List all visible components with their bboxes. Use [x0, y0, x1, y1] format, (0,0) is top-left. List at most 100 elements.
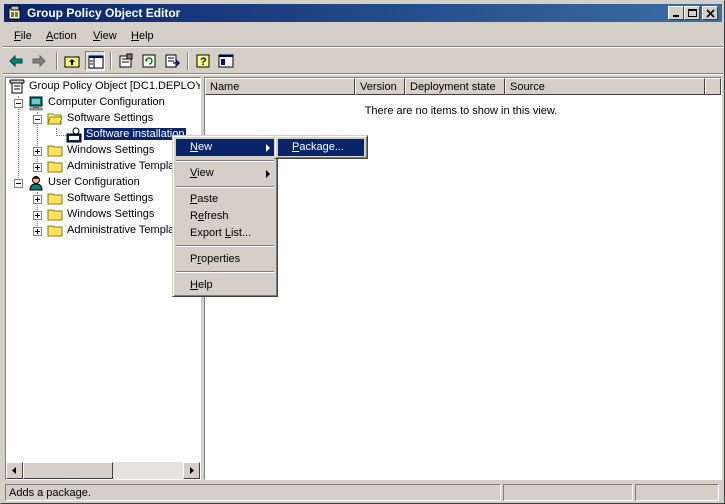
- menu-help-rest: elp: [138, 30, 154, 42]
- menu-item-export-list[interactable]: Export List...: [176, 225, 274, 242]
- show-hide-tree-button[interactable]: [85, 51, 105, 71]
- column-header-name[interactable]: Name: [205, 78, 355, 95]
- collapse-toggle[interactable]: [14, 99, 23, 108]
- column-header-deployment-state[interactable]: Deployment state: [405, 78, 505, 95]
- scroll-right-button[interactable]: [183, 462, 200, 479]
- collapse-toggle[interactable]: [14, 179, 23, 188]
- help-button[interactable]: ?: [193, 51, 213, 71]
- show-hide-tree-icon: [88, 55, 104, 69]
- menu-item-refresh[interactable]: Refresh: [176, 208, 274, 225]
- menu-item-label: Package...: [292, 141, 344, 153]
- tree-item-label: Administrative Templates: [67, 160, 190, 172]
- scroll-left-button[interactable]: [6, 462, 23, 479]
- scroll-left-icon: [12, 467, 16, 474]
- submenu-arrow-icon: [266, 170, 270, 178]
- column-header-source[interactable]: Source: [505, 78, 705, 95]
- folder-icon: [47, 209, 63, 221]
- label-rest: operties: [201, 253, 241, 265]
- context-menu: New View Paste Refresh Export List... Pr…: [172, 135, 278, 297]
- export-list-icon: [165, 54, 180, 68]
- status-panel: [503, 484, 633, 501]
- menu-item-properties[interactable]: Properties: [176, 251, 274, 268]
- menu-item-package[interactable]: Package...: [278, 139, 364, 156]
- expand-toggle[interactable]: [33, 195, 42, 204]
- forward-arrow-icon: [32, 54, 46, 68]
- refresh-button[interactable]: [139, 51, 159, 71]
- status-bar: Adds a package.: [3, 483, 723, 502]
- menu-file[interactable]: File: [14, 30, 32, 42]
- maximize-button[interactable]: [684, 6, 700, 20]
- collapse-toggle[interactable]: [33, 115, 42, 124]
- menu-separator: [176, 245, 274, 247]
- tree-line: [18, 96, 19, 184]
- submenu-arrow-icon: [266, 144, 270, 152]
- status-panel-main: Adds a package.: [5, 484, 501, 501]
- scroll-right-icon: [190, 467, 194, 474]
- menu-separator: [176, 160, 274, 162]
- computer-icon: [29, 96, 43, 111]
- export-list-button[interactable]: [162, 51, 182, 71]
- menu-action[interactable]: Action: [46, 30, 77, 42]
- new-submenu: Package...: [274, 135, 368, 159]
- column-header-version[interactable]: Version: [355, 78, 405, 95]
- folder-icon: [47, 193, 63, 205]
- label-pre: R: [190, 210, 198, 222]
- up-folder-icon: [64, 56, 80, 68]
- menu-help[interactable]: Help: [131, 30, 154, 42]
- folder-icon: [47, 161, 63, 173]
- software-installation-icon: [66, 127, 82, 143]
- expand-toggle[interactable]: [33, 163, 42, 172]
- console-tree-icon: [218, 54, 234, 68]
- menu-item-label: Export List...: [190, 227, 251, 239]
- refresh-icon: [142, 54, 156, 68]
- menu-item-view[interactable]: View: [176, 165, 274, 182]
- menu-view[interactable]: View: [93, 30, 117, 42]
- expand-toggle[interactable]: [33, 147, 42, 156]
- menu-file-access: F: [14, 30, 21, 42]
- console-tree-button[interactable]: [216, 51, 236, 71]
- tree-horizontal-scrollbar[interactable]: [6, 462, 200, 479]
- close-button[interactable]: [702, 6, 718, 20]
- menu-file-rest: ile: [20, 30, 32, 42]
- column-label: Deployment state: [410, 81, 496, 93]
- svg-text:?: ?: [200, 56, 207, 68]
- scroll-thumb[interactable]: [23, 462, 113, 479]
- back-button[interactable]: [6, 51, 26, 71]
- menu-separator: [176, 186, 274, 188]
- menu-item-help[interactable]: Help: [176, 277, 274, 294]
- user-icon: [29, 176, 43, 191]
- back-arrow-icon: [9, 54, 23, 68]
- folder-open-icon: [47, 113, 63, 125]
- label-pre: Export: [190, 227, 225, 239]
- tree-item-label: Software Settings: [67, 112, 154, 124]
- menu-item-paste[interactable]: Paste: [176, 191, 274, 208]
- expand-toggle[interactable]: [33, 211, 42, 220]
- toolbar-separator: [187, 52, 189, 70]
- maximize-icon: [688, 9, 697, 17]
- menu-item-label: Refresh: [190, 210, 229, 222]
- minimize-button[interactable]: [668, 6, 684, 20]
- folder-icon: [47, 225, 63, 237]
- toolbar-bottom-separator: [3, 73, 723, 75]
- expand-toggle[interactable]: [33, 227, 42, 236]
- label-rest: fresh: [204, 210, 229, 222]
- empty-list-message: There are no items to show in this view.: [364, 105, 558, 117]
- title-bar[interactable]: Group Policy Object Editor: [4, 4, 722, 22]
- forward-button[interactable]: [29, 51, 49, 71]
- label-rest: iew: [197, 167, 214, 179]
- menu-item-label: Properties: [190, 253, 240, 265]
- tree-item-label: Group Policy Object [DC1.DEPLOYMENT: [29, 80, 200, 92]
- menu-item-new[interactable]: New: [176, 139, 274, 156]
- toolbar-separator: [110, 52, 112, 70]
- label-rest: ist...: [230, 227, 252, 239]
- column-header-filler: [705, 78, 721, 95]
- properties-button[interactable]: [116, 51, 136, 71]
- gpo-scroll-icon: [9, 79, 25, 94]
- menu-help-access: H: [131, 30, 139, 42]
- folder-icon: [47, 145, 63, 157]
- minimize-icon: [673, 15, 679, 17]
- menu-item-label: Paste: [190, 193, 218, 205]
- menu-action-rest: ction: [53, 30, 77, 42]
- up-one-level-button[interactable]: [62, 51, 82, 71]
- toolbar-separator: [56, 52, 58, 70]
